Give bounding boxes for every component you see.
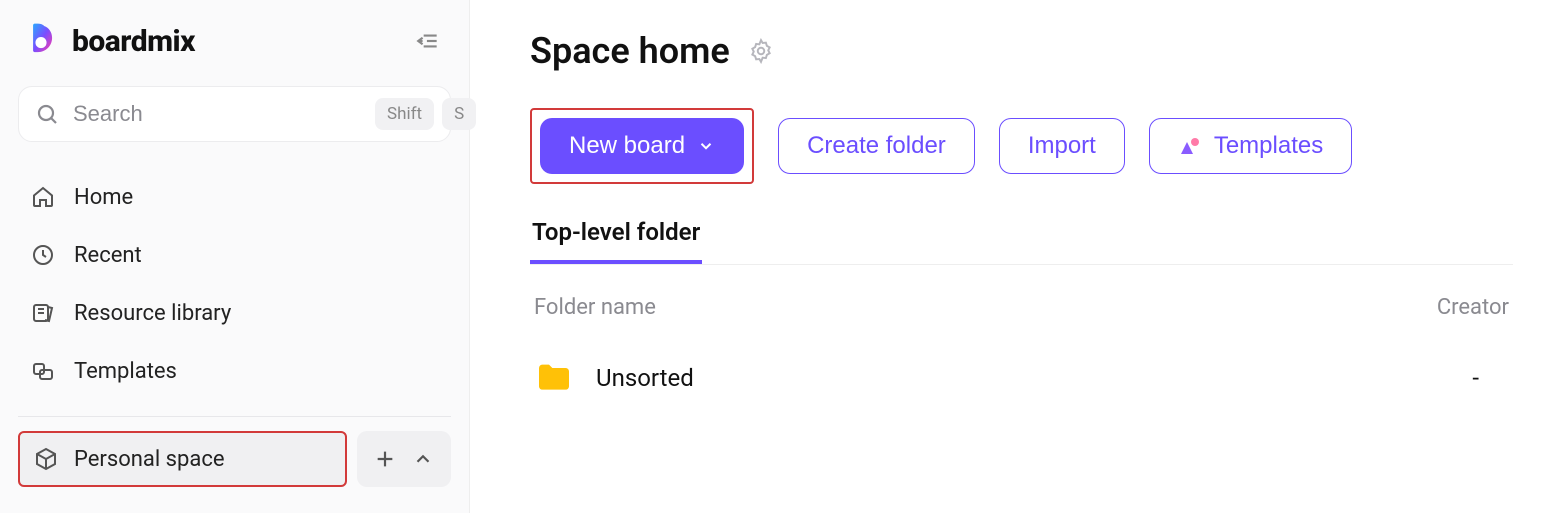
search-input[interactable] <box>73 101 361 127</box>
templates-label: Templates <box>1214 132 1323 160</box>
space-row: Personal space <box>18 431 451 487</box>
logo-icon <box>22 22 60 60</box>
brand-row: boardmix <box>18 22 451 60</box>
folder-cell[interactable]: Unsorted <box>534 358 694 398</box>
brand-name: boardmix <box>72 24 195 59</box>
title-row: Space home <box>530 30 1513 72</box>
sidebar-divider <box>18 416 451 417</box>
sidebar-item-recent[interactable]: Recent <box>18 228 451 282</box>
brand[interactable]: boardmix <box>22 22 195 60</box>
chevron-down-icon <box>697 137 715 155</box>
tab-top-level-folder[interactable]: Top-level folder <box>530 218 702 264</box>
highlight-new-board: New board <box>530 108 754 184</box>
create-folder-label: Create folder <box>807 132 946 160</box>
collapse-sidebar-icon[interactable] <box>409 22 447 60</box>
settings-icon[interactable] <box>748 38 774 64</box>
search-icon <box>35 102 59 126</box>
folder-name: Unsorted <box>596 364 694 392</box>
clock-icon <box>30 242 56 268</box>
import-label: Import <box>1028 132 1096 160</box>
new-board-button[interactable]: New board <box>540 118 744 174</box>
templates-button[interactable]: Templates <box>1149 118 1352 174</box>
app-root: boardmix Shift S <box>0 0 1541 513</box>
sidebar-item-templates[interactable]: Templates <box>18 344 451 398</box>
sidebar-item-label: Home <box>74 185 133 210</box>
sidebar-nav: Home Recent Resource library Templates <box>18 170 451 398</box>
creator-cell: - <box>1419 364 1509 392</box>
home-icon <box>30 184 56 210</box>
sidebar: boardmix Shift S <box>0 0 470 513</box>
sidebar-item-label: Resource library <box>74 301 231 326</box>
templates-icon <box>30 358 56 384</box>
sidebar-item-resource-library[interactable]: Resource library <box>18 286 451 340</box>
library-icon <box>30 300 56 326</box>
add-space-button[interactable] <box>367 441 403 477</box>
space-actions <box>357 431 451 487</box>
sidebar-item-label: Recent <box>74 243 142 268</box>
tab-strip: Top-level folder <box>530 218 1513 265</box>
search-shortcut: Shift S <box>375 98 476 130</box>
col-folder-name: Folder name <box>534 295 656 320</box>
collapse-space-button[interactable] <box>405 441 441 477</box>
kbd-shift: Shift <box>375 98 434 130</box>
create-folder-button[interactable]: Create folder <box>778 118 975 174</box>
new-board-label: New board <box>569 132 685 160</box>
folder-icon <box>534 358 574 398</box>
page-title: Space home <box>530 30 730 72</box>
space-label: Personal space <box>74 447 225 472</box>
main-content: Space home New board Create folder <box>470 0 1541 513</box>
table-header: Folder name Creator <box>530 295 1513 348</box>
search-box[interactable]: Shift S <box>18 86 451 142</box>
col-creator: Creator <box>1437 295 1509 320</box>
sidebar-item-home[interactable]: Home <box>18 170 451 224</box>
actions-row: New board Create folder Import <box>530 108 1513 184</box>
sidebar-item-label: Templates <box>74 359 177 384</box>
templates-icon <box>1178 134 1202 158</box>
import-button[interactable]: Import <box>999 118 1125 174</box>
table-row[interactable]: Unsorted - <box>530 348 1513 408</box>
sidebar-item-personal-space[interactable]: Personal space <box>18 431 347 487</box>
cube-icon <box>34 447 58 471</box>
